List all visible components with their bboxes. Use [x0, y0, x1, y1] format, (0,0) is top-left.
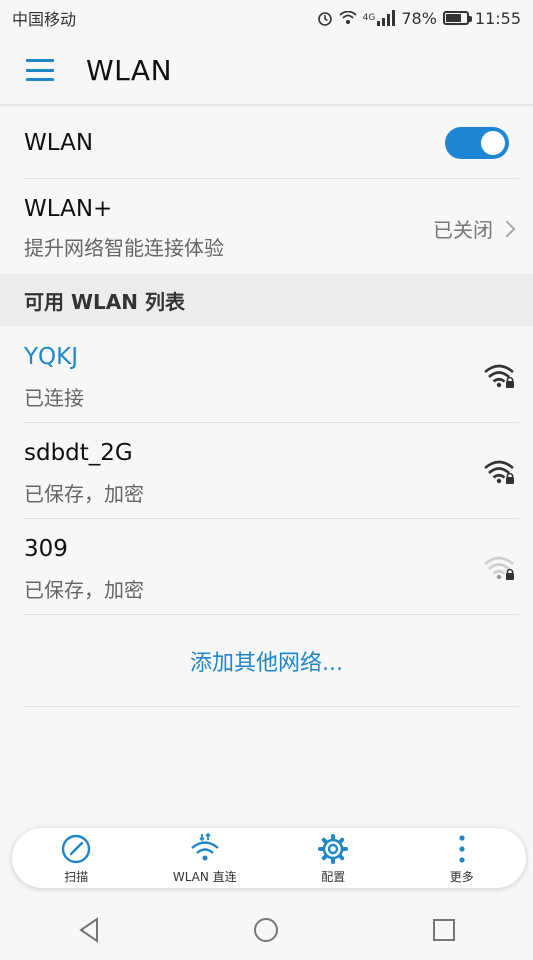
app-bar: WLAN: [0, 36, 533, 106]
wlan-toggle-row[interactable]: WLAN: [0, 108, 533, 178]
home-button[interactable]: [236, 905, 296, 955]
page-title: WLAN: [86, 53, 173, 87]
wifi-locked-icon: [484, 460, 514, 484]
wlan-switch[interactable]: [445, 127, 509, 159]
signal-icon: [377, 10, 396, 26]
wlan-plus-status-label: 已关闭: [433, 218, 493, 242]
divider: [24, 422, 519, 423]
gear-icon: [318, 833, 349, 864]
network-item[interactable]: sdbdt_2G 已保存，加密: [0, 424, 533, 520]
wlan-plus-row[interactable]: WLAN+ 提升网络智能连接体验 已关闭: [0, 180, 533, 272]
wlan-plus-subtitle: 提升网络智能连接体验: [24, 236, 224, 260]
network-status: 已连接: [24, 386, 84, 410]
more-label: 更多: [449, 869, 474, 884]
divider: [24, 614, 519, 615]
wifi-direct-label: WLAN 直连: [172, 869, 237, 884]
status-bar: 中国移动 4G 78% 11:55: [0, 0, 533, 36]
network-name: 309: [24, 536, 68, 562]
divider: [24, 178, 519, 179]
recents-button[interactable]: [414, 905, 474, 955]
network-status: 已保存，加密: [24, 578, 144, 602]
wlan-plus-status[interactable]: 已关闭: [433, 214, 516, 243]
wlan-plus-title: WLAN+: [24, 196, 113, 222]
scan-button[interactable]: 扫描: [21, 832, 131, 885]
chevron-right-icon: [498, 220, 516, 237]
config-button[interactable]: 配置: [278, 832, 388, 885]
wifi-status-icon: [339, 11, 357, 24]
divider: [24, 518, 519, 519]
clock: 11:55: [474, 8, 521, 28]
network-item[interactable]: 309 已保存，加密: [0, 520, 533, 616]
more-button[interactable]: 更多: [407, 832, 517, 885]
recents-square-icon: [433, 919, 456, 941]
alarm-icon: [317, 12, 332, 26]
carrier-label: 中国移动: [12, 10, 77, 29]
wifi-direct-icon: [190, 832, 219, 860]
network-type: 4G: [362, 13, 376, 23]
home-circle-icon: [254, 918, 279, 942]
wifi-locked-icon: [484, 364, 514, 388]
battery-percent: 78%: [401, 8, 437, 28]
network-name: sdbdt_2G: [24, 440, 133, 466]
bottom-toolbar: 扫描 WLAN 直连 配置 更多: [12, 828, 526, 888]
switch-knob: [481, 131, 505, 155]
system-nav-bar: [0, 900, 533, 960]
battery-icon: [442, 11, 472, 25]
menu-icon[interactable]: [26, 59, 54, 81]
network-name: YQKJ: [24, 344, 79, 370]
wifi-direct-button[interactable]: WLAN 直连: [150, 832, 260, 885]
scan-icon: [62, 834, 91, 863]
back-button[interactable]: [59, 905, 119, 955]
scan-label: 扫描: [64, 869, 89, 884]
more-vertical-icon: [459, 834, 465, 863]
wifi-weak-locked-icon: [484, 556, 514, 580]
network-item[interactable]: YQKJ 已连接: [0, 328, 533, 424]
back-triangle-icon: [79, 917, 98, 943]
wlan-toggle-label: WLAN: [24, 130, 94, 156]
network-status: 已保存，加密: [24, 482, 144, 506]
config-label: 配置: [321, 869, 346, 884]
available-networks-header: 可用 WLAN 列表: [0, 274, 533, 326]
status-icons: 4G 78% 11:55: [317, 9, 521, 28]
add-network-button[interactable]: 添加其他网络...: [0, 616, 533, 706]
divider: [24, 706, 519, 707]
